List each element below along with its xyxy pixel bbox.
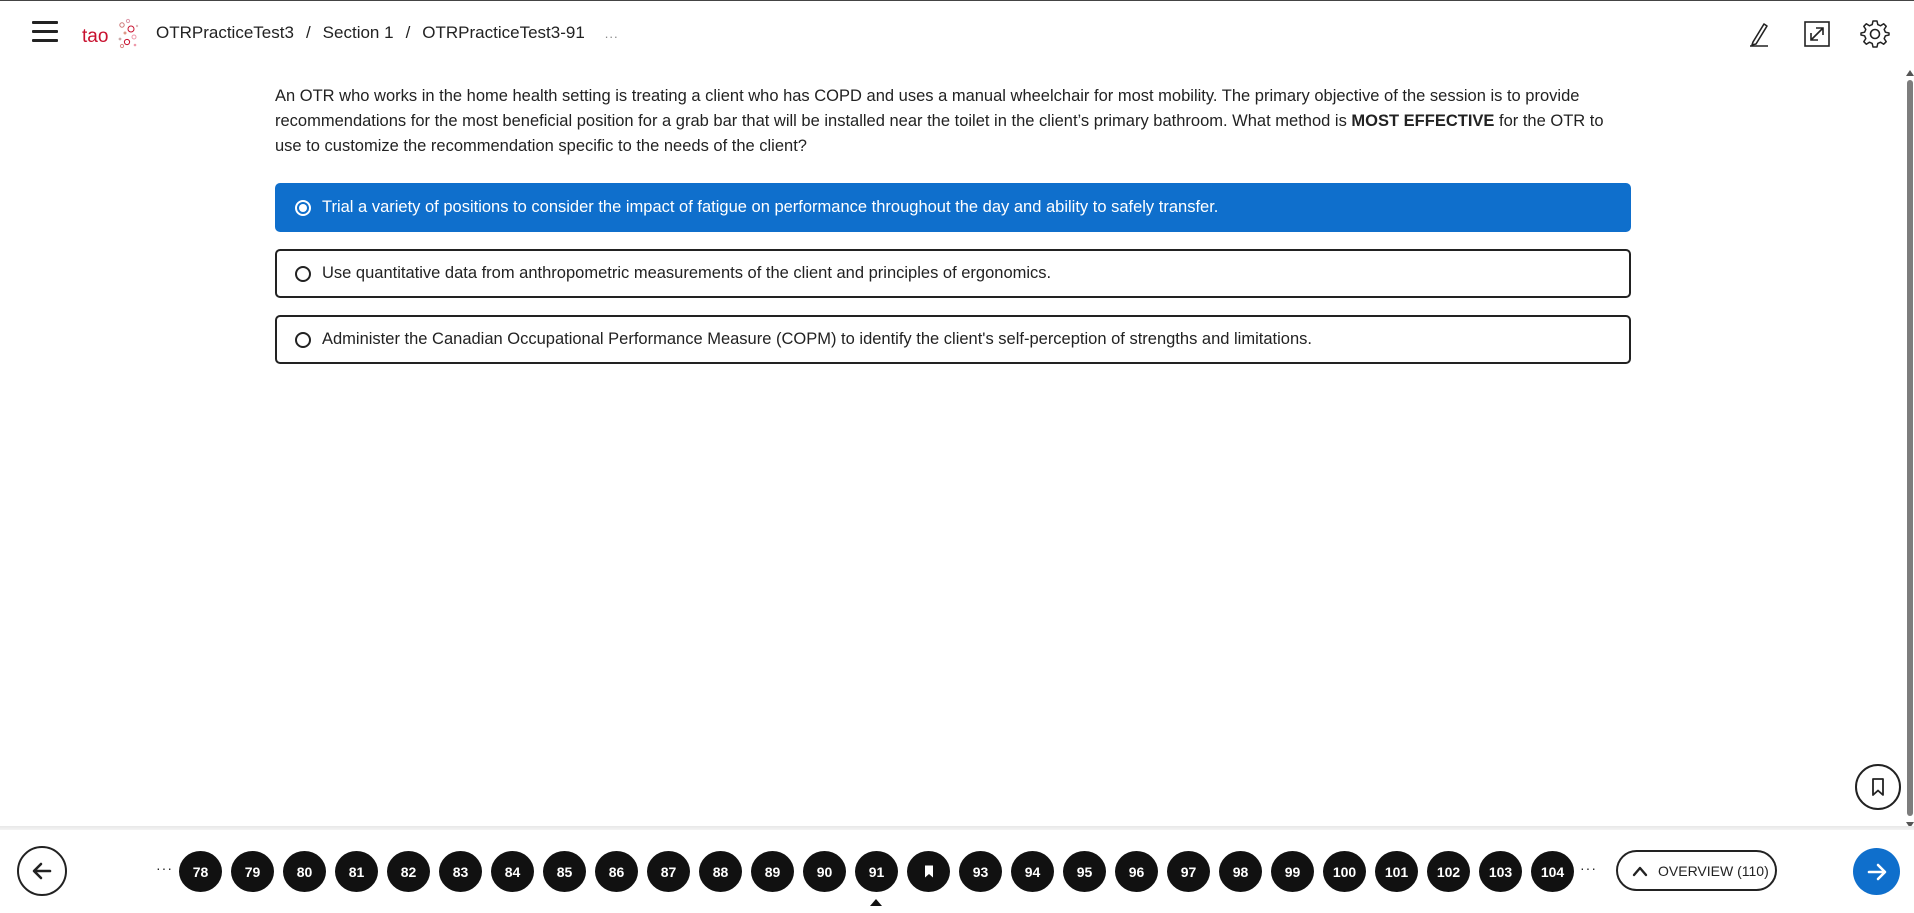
breadcrumb: OTRPracticeTest3 / Section 1 / OTRPracti… bbox=[156, 23, 619, 43]
breadcrumb-separator: / bbox=[405, 23, 411, 42]
choice-list: Trial a variety of positions to consider… bbox=[275, 183, 1631, 364]
arrow-right-icon bbox=[1867, 863, 1886, 880]
choice-label: Administer the Canadian Occupational Per… bbox=[322, 330, 1312, 348]
scroll-thumb[interactable] bbox=[1907, 80, 1913, 816]
flag-for-review-button[interactable] bbox=[1855, 764, 1901, 810]
radio-icon[interactable] bbox=[295, 331, 311, 348]
nav-item[interactable]: 82 bbox=[387, 851, 430, 892]
radio-selected-icon[interactable] bbox=[295, 199, 311, 216]
radio-icon[interactable] bbox=[295, 265, 311, 282]
nav-item[interactable]: 102 bbox=[1427, 851, 1470, 892]
next-button[interactable] bbox=[1853, 848, 1900, 895]
choice-option-b[interactable]: Use quantitative data from anthropometri… bbox=[275, 249, 1631, 298]
nav-item[interactable]: 96 bbox=[1115, 851, 1158, 892]
nav-item[interactable]: 104 bbox=[1531, 851, 1574, 892]
nav-item[interactable]: 88 bbox=[699, 851, 742, 892]
nav-item[interactable]: 100 bbox=[1323, 851, 1366, 892]
expand-icon[interactable] bbox=[1802, 19, 1832, 49]
overview-label: OVERVIEW (110) bbox=[1658, 862, 1769, 879]
breadcrumb-section[interactable]: Section 1 bbox=[323, 23, 394, 43]
nav-item[interactable]: 78 bbox=[179, 851, 222, 892]
tao-logo: tao bbox=[82, 15, 142, 53]
navigation-bar: ··· 78 79 80 81 82 83 84 85 86 87 88 89 90 91 93 94 95 96… bbox=[0, 830, 1914, 913]
hamburger-menu-icon[interactable] bbox=[32, 21, 58, 45]
pencil-icon[interactable] bbox=[1744, 19, 1774, 49]
nav-item[interactable]: 79 bbox=[231, 851, 274, 892]
breadcrumb-item[interactable]: OTRPracticeTest3-91 bbox=[422, 23, 585, 43]
scroll-up-arrow-icon[interactable] bbox=[1906, 70, 1914, 76]
logo-text: tao bbox=[82, 26, 108, 47]
choice-option-a[interactable]: Trial a variety of positions to consider… bbox=[275, 183, 1631, 232]
nav-item[interactable]: 97 bbox=[1167, 851, 1210, 892]
chevron-up-icon bbox=[1632, 866, 1648, 876]
item-navigation: 78 79 80 81 82 83 84 85 86 87 88 89 90 91 93 94 95 96 97 98… bbox=[179, 851, 1583, 906]
nav-item[interactable]: 95 bbox=[1063, 851, 1106, 892]
breadcrumb-test[interactable]: OTRPracticeTest3 bbox=[156, 23, 294, 43]
nav-item[interactable]: 85 bbox=[543, 851, 586, 892]
gear-icon[interactable] bbox=[1860, 19, 1890, 49]
nav-item[interactable]: 84 bbox=[491, 851, 534, 892]
nav-item[interactable]: 81 bbox=[335, 851, 378, 892]
nav-ellipsis-right[interactable]: ··· bbox=[1580, 860, 1597, 876]
nav-item[interactable]: 98 bbox=[1219, 851, 1262, 892]
overview-button[interactable]: OVERVIEW (110) bbox=[1616, 850, 1777, 891]
question-prompt: An OTR who works in the home health sett… bbox=[275, 84, 1631, 159]
nav-item[interactable]: 86 bbox=[595, 851, 638, 892]
nav-item[interactable]: 99 bbox=[1271, 851, 1314, 892]
nav-item[interactable]: 91 bbox=[855, 851, 898, 906]
nav-item-flagged[interactable] bbox=[907, 851, 950, 892]
vertical-scrollbar[interactable] bbox=[1905, 70, 1914, 828]
breadcrumb-more[interactable]: ... bbox=[605, 26, 619, 41]
nav-item[interactable]: 94 bbox=[1011, 851, 1054, 892]
breadcrumb-separator: / bbox=[305, 23, 311, 42]
nav-item[interactable]: 101 bbox=[1375, 851, 1418, 892]
bookmark-icon bbox=[924, 865, 933, 878]
choice-label: Use quantitative data from anthropometri… bbox=[322, 264, 1052, 282]
bookmark-icon bbox=[1872, 778, 1884, 796]
nav-item[interactable]: 103 bbox=[1479, 851, 1522, 892]
nav-ellipsis-left[interactable]: ··· bbox=[156, 860, 173, 876]
previous-button[interactable] bbox=[17, 846, 67, 896]
nav-item[interactable]: 89 bbox=[751, 851, 794, 892]
question-emphasis: MOST EFFECTIVE bbox=[1351, 112, 1495, 130]
item-content: An OTR who works in the home health sett… bbox=[275, 84, 1631, 381]
nav-item[interactable]: 80 bbox=[283, 851, 326, 892]
nav-item[interactable]: 87 bbox=[647, 851, 690, 892]
nav-item[interactable]: 90 bbox=[803, 851, 846, 892]
choice-option-c[interactable]: Administer the Canadian Occupational Per… bbox=[275, 315, 1631, 364]
arrow-left-icon bbox=[32, 862, 52, 880]
choice-label: Trial a variety of positions to consider… bbox=[322, 198, 1219, 216]
nav-item[interactable]: 83 bbox=[439, 851, 482, 892]
nav-item[interactable]: 93 bbox=[959, 851, 1002, 892]
top-bar: tao OTRPracticeTest3 / Section 1 / OTRPr… bbox=[0, 0, 1914, 66]
